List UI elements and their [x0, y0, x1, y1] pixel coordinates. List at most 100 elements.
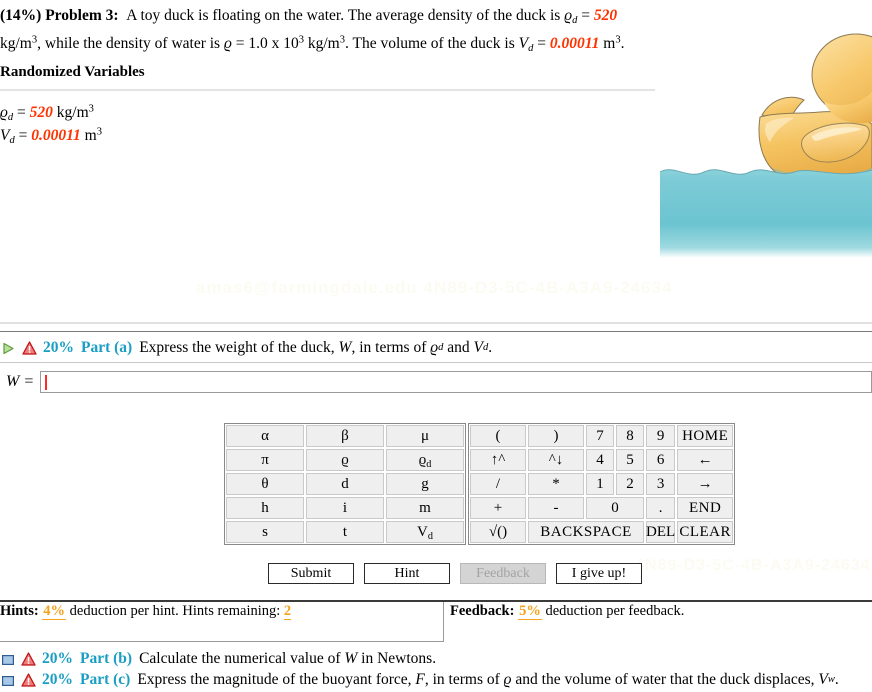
text-caret: [45, 375, 48, 390]
watermark-bottom: 4N89-D3-5C-4B-A3A9-24634: [635, 557, 871, 574]
rho-exp: 3: [298, 34, 304, 46]
key-6[interactable]: 6: [645, 448, 677, 472]
rv0-equals: =: [17, 104, 26, 121]
symbol-keypad[interactable]: α β μ π ϱ ϱd θ d g h i m s t Vd: [224, 423, 466, 545]
key-multiply: *: [527, 472, 585, 496]
rv0-subscript: d: [7, 111, 14, 123]
rubber-duck-on-water-svg: [660, 33, 872, 258]
key-i[interactable]: i: [305, 496, 385, 520]
rho-value: 1.0 x 10: [248, 35, 299, 52]
key-g[interactable]: g: [385, 472, 465, 496]
red-warning-triangle-icon: [21, 673, 36, 687]
feedback-deduction-percent: 5%: [518, 603, 542, 620]
key-5[interactable]: 5: [615, 448, 645, 472]
feedback-text: deduction per feedback.: [545, 603, 685, 619]
key-sqrt[interactable]: √(): [469, 520, 527, 544]
rv0-symbol: ϱ: [0, 104, 8, 121]
problem-percent: (14%): [0, 7, 42, 24]
give-up-button[interactable]: I give up!: [556, 563, 642, 584]
key-rho-d[interactable]: ϱd: [385, 448, 465, 472]
answer-variable-label: W =: [0, 373, 40, 391]
key-9[interactable]: 9: [645, 424, 677, 448]
key-d[interactable]: d: [305, 472, 385, 496]
key-beta[interactable]: β: [305, 424, 385, 448]
key-arrow-left: ←: [676, 448, 735, 472]
key-h[interactable]: h: [225, 496, 305, 520]
part-a-row[interactable]: 20% Part (a) Express the weight of the d…: [0, 339, 492, 357]
keypad-row: α β μ: [225, 424, 465, 448]
part-a-var-v: V: [473, 339, 483, 356]
key-v-d[interactable]: Vd: [385, 520, 465, 544]
key-alpha[interactable]: α: [225, 424, 305, 448]
feedback-button: Feedback: [460, 563, 546, 584]
blue-square-collapsed-icon[interactable]: [2, 653, 15, 666]
key-plus[interactable]: +: [469, 496, 527, 520]
key-open-paren[interactable]: (: [469, 424, 527, 448]
watermark-top: amas6@farmingdale.edu 4N89-D3-5C-4B-A3A9…: [196, 278, 673, 297]
key-2[interactable]: 2: [615, 472, 645, 496]
key-t[interactable]: t: [305, 520, 385, 544]
part-b-text-end: in Newtons.: [361, 650, 437, 667]
rho-d-units: kg/m: [0, 35, 32, 52]
problem-statement: (14%) Problem 3: A toy duck is floating …: [0, 7, 625, 54]
hints-label: Hints:: [0, 603, 39, 619]
answer-variable: W: [6, 373, 20, 390]
randomized-variables-title: Randomized Variables: [0, 64, 145, 80]
info-bar-bottom-divider: [0, 641, 443, 642]
key-decimal-point[interactable]: .: [645, 496, 677, 520]
submit-button[interactable]: Submit: [268, 563, 354, 584]
hints-feedback-bar: Hints: 4% deduction per hint. Hints rema…: [0, 600, 872, 642]
answer-input[interactable]: [40, 371, 872, 393]
feedback-info: Feedback: 5% deduction per feedback.: [450, 603, 684, 620]
key-m[interactable]: m: [385, 496, 465, 520]
key-4[interactable]: 4: [585, 448, 615, 472]
green-triangle-expand-icon[interactable]: [2, 342, 15, 355]
part-c-row[interactable]: 20% Part (c) Express the magnitude of th…: [0, 671, 839, 689]
problem-sentence-2: , while the density of water is: [37, 35, 221, 52]
numeric-keypad[interactable]: ( ) 7 8 9 HOME ↑^ ^↓ 4 5 6 ← / * 1 2 3 →…: [468, 423, 736, 545]
part-a-var-rho: ϱ: [430, 339, 439, 356]
part-a-var-w: W: [338, 339, 352, 356]
key-3[interactable]: 3: [645, 472, 677, 496]
hint-button[interactable]: Hint: [364, 563, 450, 584]
key-arrow-right: →: [676, 472, 735, 496]
part-a-text-end: .: [488, 339, 493, 356]
keypad-row: π ϱ ϱd: [225, 448, 465, 472]
answer-row: W =: [0, 371, 872, 393]
key-v-d-base: V: [417, 523, 428, 540]
part-b-percent: 20%: [42, 650, 73, 667]
rho-d-value: 520: [593, 7, 618, 24]
key-rho[interactable]: ϱ: [305, 448, 385, 472]
key-backspace: BACKSPACE: [527, 520, 645, 544]
part-b-row[interactable]: 20% Part (b) Calculate the numerical val…: [0, 650, 436, 668]
key-pi[interactable]: π: [225, 448, 305, 472]
key-theta[interactable]: θ: [225, 472, 305, 496]
keypad-row: h i m: [225, 496, 465, 520]
section-divider-light: [0, 322, 872, 324]
equation-keypad[interactable]: α β μ π ϱ ϱd θ d g h i m s t Vd () 7 8 …: [224, 423, 736, 545]
part-a-label: Part (a): [81, 339, 133, 356]
rv1-equals: =: [18, 127, 28, 144]
part-b-text: Calculate the numerical value of: [139, 650, 341, 667]
rv0-unit: kg/m: [56, 104, 89, 121]
hints-remaining-count: 2: [283, 603, 292, 620]
problem-number: Problem 3:: [45, 7, 119, 24]
part-c-var-v: V: [818, 671, 828, 688]
key-8[interactable]: 8: [615, 424, 645, 448]
key-0[interactable]: 0: [585, 496, 645, 520]
part-b-label: Part (b): [80, 650, 133, 667]
key-mu[interactable]: μ: [385, 424, 465, 448]
part-c-text-mid: , in terms of: [424, 671, 500, 688]
randomized-variables-list: ϱd = 520 kg/m3 Vd = 0.00011 m3: [0, 101, 102, 147]
key-rho-d-sub: d: [426, 458, 432, 470]
key-s[interactable]: s: [225, 520, 305, 544]
key-1[interactable]: 1: [585, 472, 615, 496]
randomized-variable-row: Vd = 0.00011 m3: [0, 124, 102, 147]
blue-square-collapsed-icon[interactable]: [2, 674, 15, 687]
key-7[interactable]: 7: [585, 424, 615, 448]
key-minus[interactable]: -: [527, 496, 585, 520]
hints-text: deduction per hint. Hints remaining:: [69, 603, 281, 619]
part-b-var-w: W: [344, 650, 358, 667]
keypad-row: θ d g: [225, 472, 465, 496]
info-bar-top-divider: [0, 600, 872, 602]
